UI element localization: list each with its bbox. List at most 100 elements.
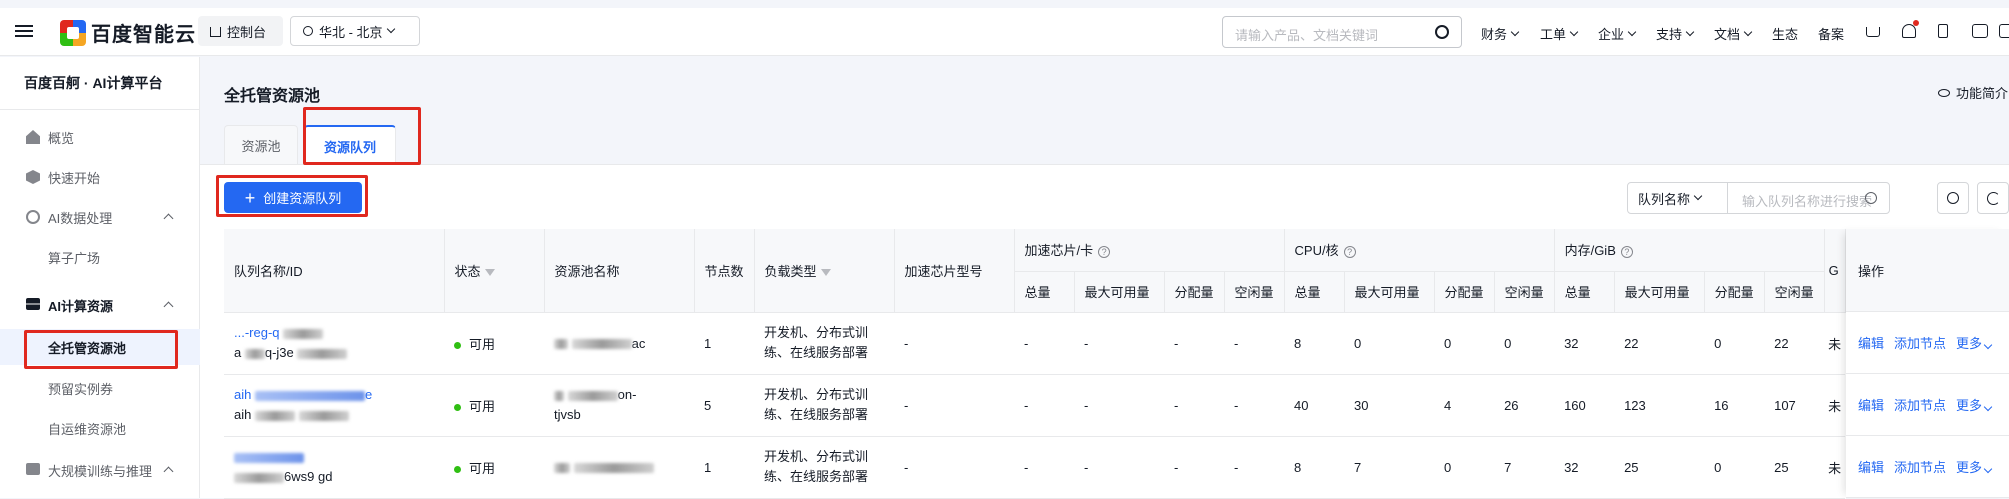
add-node-link[interactable]: 添加节点	[1894, 333, 1946, 352]
queue-name-link[interactable]: ...-reg-q	[234, 325, 280, 340]
queue-name-cell: ...-reg-q a q-j3e	[224, 312, 444, 375]
redacted-text	[283, 328, 324, 339]
chevron-down-icon	[1685, 27, 1695, 36]
chevron-down-icon	[1983, 402, 1993, 412]
sidebar-item-ai-compute[interactable]: AI计算资源	[0, 287, 200, 323]
page-title: 全托管资源池	[224, 88, 321, 105]
mem-allocated-cell: 16	[1704, 374, 1765, 437]
ops-row: 编辑 添加节点 更多	[1846, 374, 2009, 436]
queue-table: 队列名称/ID 状态 资源池名称 节点数 负载类型 加速芯片型号 加速芯片/卡?…	[224, 229, 1846, 499]
mem-allocated-cell: 0	[1704, 436, 1765, 499]
col-header-load[interactable]: 负载类型	[754, 229, 895, 313]
region-select[interactable]: 华北 - 北京	[290, 16, 420, 46]
bell-icon[interactable]	[1902, 24, 1916, 38]
tab-resource-pool[interactable]: 资源池	[224, 125, 298, 165]
brand-logo[interactable]: 百度智能云	[60, 18, 196, 47]
nav-finance[interactable]: 财务	[1481, 24, 1520, 43]
menu-icon[interactable]	[15, 22, 33, 40]
mem-idle-cell: 25	[1764, 436, 1825, 499]
cpu-allocated-cell: 0	[1434, 312, 1495, 375]
filter-icon[interactable]	[484, 268, 495, 276]
settings-button[interactable]	[1937, 182, 1969, 214]
help-icon[interactable]: ?	[1620, 245, 1633, 258]
brand-name: 百度智能云	[91, 24, 196, 46]
search-icon[interactable]	[1435, 25, 1449, 39]
region-label: 华北 - 北京	[319, 24, 383, 40]
console-label: 控制台	[227, 24, 267, 40]
nav-ticket[interactable]: 工单	[1540, 24, 1579, 43]
redacted-text	[254, 410, 295, 421]
clipboard-icon[interactable]	[1938, 24, 1948, 38]
sidebar-item-data-processing[interactable]: AI数据处理	[0, 199, 200, 235]
chip-idle-cell: -	[1224, 374, 1285, 437]
more-link[interactable]: 更多	[1956, 457, 1993, 476]
cart-icon[interactable]	[1866, 27, 1880, 37]
nav-support[interactable]: 支持	[1656, 24, 1695, 43]
col-header-mem-allocated: 分配量	[1704, 271, 1765, 313]
sidebar-item-reserved-voucher[interactable]: 预留实例券	[0, 370, 200, 406]
operations-column: 操作 编辑 添加节点 更多 编辑 添加节点 更多 编辑 添加节点 更多	[1846, 229, 2009, 498]
redacted-text	[244, 348, 265, 359]
sidebar-item-self-managed-pool[interactable]: 自运维资源池	[0, 410, 200, 446]
col-header-chip-idle: 空闲量	[1224, 271, 1285, 313]
add-node-link[interactable]: 添加节点	[1894, 457, 1946, 476]
sidebar-divider	[0, 109, 200, 110]
refresh-button[interactable]	[1977, 182, 2009, 214]
chip-allocated-cell: -	[1164, 374, 1225, 437]
pool-name-cell: ac	[544, 312, 694, 375]
status-cell: 可用	[444, 374, 544, 437]
language-icon[interactable]	[1972, 24, 1988, 38]
nodes-cell: 1	[694, 436, 755, 499]
nav-enterprise[interactable]: 企业	[1598, 24, 1637, 43]
help-icon[interactable]: ?	[1343, 245, 1356, 258]
search-icon[interactable]	[1865, 192, 1877, 204]
filter-field-select[interactable]: 队列名称	[1628, 183, 1728, 213]
nav-docs[interactable]: 文档	[1714, 24, 1753, 43]
sidebar-item-overview[interactable]: 概览	[0, 119, 200, 155]
nodes-cell: 1	[694, 312, 755, 375]
search-placeholder: 请输入产品、文档关键词	[1235, 28, 1379, 43]
ops-row: 编辑 添加节点 更多	[1846, 436, 2009, 498]
top-bar: 百度智能云 控制台 华北 - 北京 请输入产品、文档关键词 财务 工单 企业 支…	[0, 8, 2009, 56]
brand-logo-icon	[60, 19, 86, 46]
more-link[interactable]: 更多	[1956, 333, 1993, 352]
chevron-down-icon	[1983, 464, 1993, 474]
filter-icon[interactable]	[820, 268, 831, 276]
edit-link[interactable]: 编辑	[1858, 457, 1884, 476]
help-icon[interactable]: ?	[1098, 245, 1111, 258]
sidebar-item-operator-square[interactable]: 算子广场	[0, 239, 200, 275]
redacted-text	[573, 463, 654, 474]
col-header-truncated: G	[1824, 229, 1846, 313]
load-type-cell: 开发机、分布式训练、在线服务部署	[754, 374, 895, 437]
chip-max-cell: -	[1074, 374, 1165, 437]
nav-filing[interactable]: 备案	[1818, 24, 1844, 43]
chip-model-cell: -	[894, 436, 1015, 499]
queue-name-cell: aih e aih	[224, 374, 444, 437]
server-icon	[26, 298, 40, 310]
cpu-idle-cell: 0	[1494, 312, 1555, 375]
queue-name-link[interactable]: aih	[234, 387, 251, 402]
edit-link[interactable]: 编辑	[1858, 333, 1884, 352]
chip-total-cell: -	[1014, 436, 1075, 499]
col-header-mem-idle: 空闲量	[1764, 271, 1825, 313]
cpu-idle-cell: 7	[1494, 436, 1555, 499]
more-link[interactable]: 更多	[1956, 395, 1993, 414]
col-header-cpu-max: 最大可用量	[1344, 271, 1435, 313]
edit-link[interactable]: 编辑	[1858, 395, 1884, 414]
chip-allocated-cell: -	[1164, 312, 1225, 375]
global-search-input[interactable]: 请输入产品、文档关键词	[1222, 16, 1462, 48]
col-header-status[interactable]: 状态	[444, 229, 545, 313]
sidebar-item-quickstart[interactable]: 快速开始	[0, 159, 200, 195]
console-button[interactable]: 控制台	[198, 16, 283, 46]
nav-ecosystem[interactable]: 生态	[1772, 24, 1798, 43]
intro-link[interactable]: 功能简介	[1938, 83, 2008, 102]
mem-total-cell: 32	[1554, 436, 1615, 499]
queue-search-input[interactable]: 输入队列名称进行搜索	[1742, 191, 1872, 210]
highlight-create-button	[216, 175, 368, 217]
redacted-text[interactable]	[234, 452, 304, 463]
user-avatar-icon[interactable]	[1999, 24, 2009, 38]
col-header-chip-max: 最大可用量	[1074, 271, 1165, 313]
sidebar: 百度百舸 · AI计算平台 概览 快速开始 AI数据处理 算子广场 AI计算资源…	[0, 57, 200, 498]
add-node-link[interactable]: 添加节点	[1894, 395, 1946, 414]
sidebar-item-large-scale-training[interactable]: 大规模训练与推理	[0, 452, 200, 488]
